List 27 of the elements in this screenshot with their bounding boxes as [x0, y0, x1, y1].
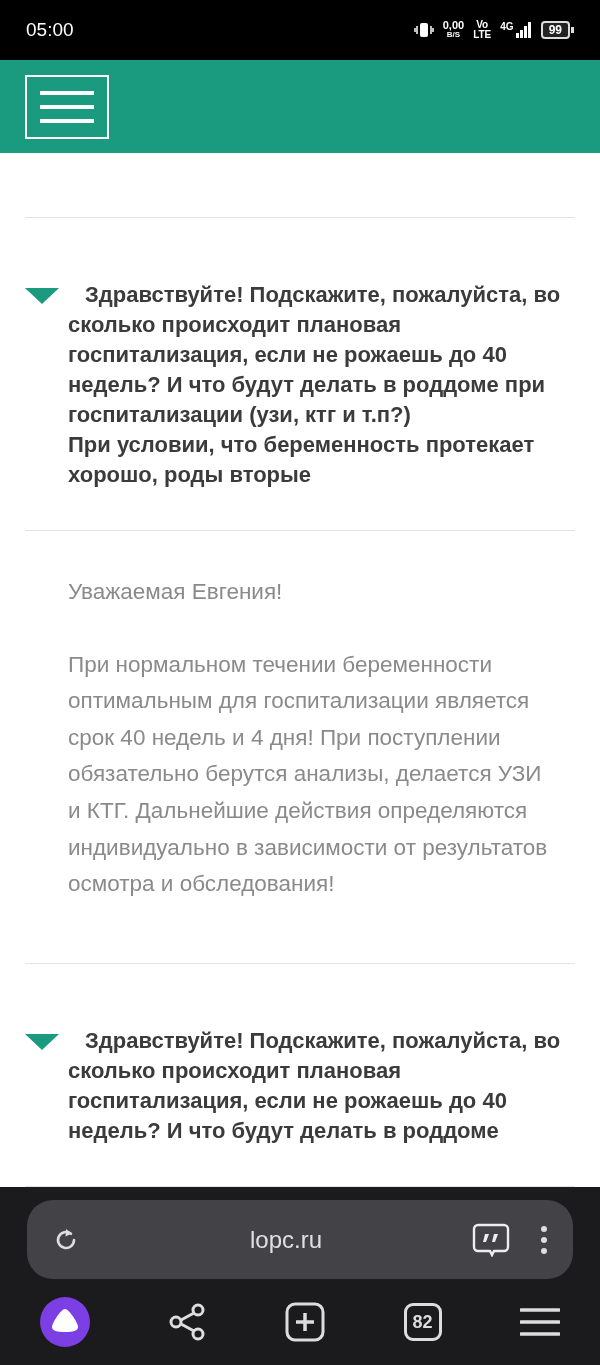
share-icon[interactable] — [168, 1303, 207, 1341]
url-text[interactable]: lopc.ru — [100, 1221, 472, 1258]
menu-icon[interactable] — [520, 1307, 560, 1337]
address-bar[interactable]: lopc.ru — [27, 1200, 573, 1279]
battery-level: 99 — [540, 21, 570, 39]
more-icon[interactable] — [540, 1224, 548, 1255]
lte-label: LTE — [473, 30, 492, 40]
greeting-text: Уважаемая Евгения! — [68, 578, 284, 606]
assistant-icon[interactable] — [40, 1297, 90, 1347]
new-tab-icon[interactable] — [285, 1302, 325, 1342]
speed-value: 0,00 — [442, 20, 465, 30]
question-text: Здравствуйте! Подскажите, пожалуйста, во сколько происходит плановая госпитализация, если не рожаешь до 40 недель? И что будут делать в роддоме — [68, 1026, 562, 1145]
vibrate-icon — [413, 21, 434, 39]
question-text: Здравствуйте! Подскажите, пожалуйста, во сколько происходит плановая госпитализация, если не рожаешь до 40 недель? И что будут делать в роддоме при госпитализации (узи, ктг и т.п?) — [68, 281, 562, 429]
tabs-count-button[interactable]: 82 — [403, 1303, 442, 1341]
menu-button[interactable] — [25, 74, 109, 139]
expanded-triangle-icon[interactable] — [25, 288, 59, 304]
question-text: При условии, что беременность протекает хорошо, роды вторые — [68, 431, 536, 489]
network-label: 4G — [500, 22, 514, 32]
speed-unit: B/S — [446, 30, 461, 40]
volte-label: Vo — [476, 20, 489, 30]
battery-tip-icon — [571, 27, 574, 33]
signal-icon — [515, 22, 532, 38]
speech-bubble-icon[interactable] — [472, 1222, 510, 1257]
answer-text: При нормальном течении беременности оптимальным для госпитализации является срок 40 недель и 4 дня! При поступлении обязательно берутся анализы, делается УЗИ и КТГ. Дальнейшие действия определяются индивидуально в зависимости от результатов осмотра и обследования! — [68, 650, 549, 899]
clock: 05:00 — [26, 17, 74, 42]
expanded-triangle-icon[interactable] — [25, 1033, 59, 1050]
